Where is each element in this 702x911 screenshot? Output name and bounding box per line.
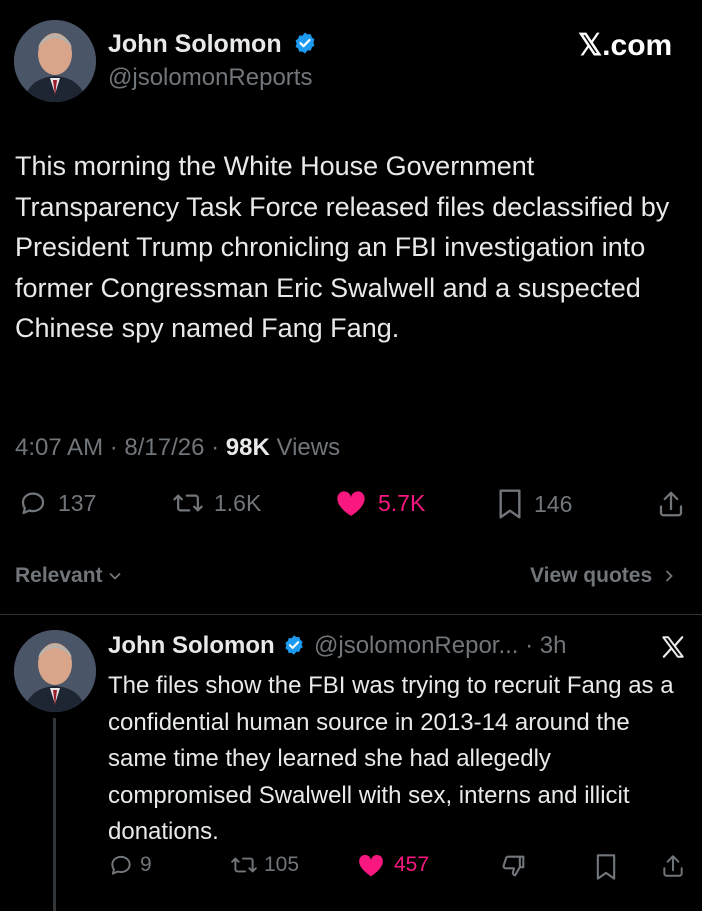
avatar-portrait-image <box>14 630 96 712</box>
views-label: Views <box>269 434 341 461</box>
bookmark-count: 146 <box>534 490 573 517</box>
sort-dropdown[interactable]: Relevant <box>15 564 122 588</box>
reply-reply-count: 9 <box>140 853 152 876</box>
reply-icon <box>21 492 45 515</box>
verified-badge-icon <box>295 32 314 54</box>
x-logo-icon <box>662 636 684 658</box>
thread-connector-line <box>53 718 56 911</box>
bookmark-icon <box>596 854 616 880</box>
reply-dislike-button[interactable] <box>500 852 528 880</box>
reply-text: The files show the FBI was trying to rec… <box>108 672 674 845</box>
reply-repost-count: 105 <box>264 853 300 876</box>
verified-badge-icon <box>285 635 303 655</box>
repost-icon <box>231 857 257 873</box>
x-com-brand: 𝕏.com <box>578 29 673 62</box>
views-count: 98K <box>225 434 270 461</box>
reply-button[interactable]: 137 <box>18 488 96 518</box>
reply-bookmark-button[interactable] <box>594 853 618 881</box>
repost-count: 1.6K <box>214 489 262 516</box>
like-button[interactable]: 5.7K <box>334 488 425 518</box>
reply-share-button[interactable] <box>660 852 686 880</box>
heart-icon <box>337 491 365 516</box>
post-meta: 4:07 AM · 8/17/26 · 98K Views <box>15 434 340 462</box>
reply-reply-button[interactable]: 9 <box>108 852 152 878</box>
author-name[interactable]: John Solomon <box>108 30 317 59</box>
bookmark-icon <box>499 489 521 519</box>
like-count: 5.7K <box>378 489 426 516</box>
repost-icon <box>173 494 203 512</box>
post-timestamp[interactable]: 4:07 AM · 8/17/26 · <box>15 434 226 461</box>
chevron-down-icon <box>109 573 122 581</box>
share-icon <box>659 491 683 517</box>
reply-icon <box>111 855 131 875</box>
share-icon <box>663 855 683 877</box>
post-text: This morning the White House Government … <box>15 151 670 343</box>
author-handle[interactable]: @jsolomonReports <box>108 64 312 92</box>
author-avatar[interactable] <box>14 20 96 102</box>
bookmark-button[interactable]: 146 <box>496 488 572 520</box>
author-name-text: John Solomon <box>108 30 282 58</box>
avatar-portrait-image <box>14 20 96 102</box>
repost-button[interactable]: 1.6K <box>172 488 261 518</box>
section-divider <box>0 614 702 615</box>
view-quotes-label: View quotes <box>530 564 653 587</box>
view-quotes-link[interactable]: View quotes <box>530 564 676 588</box>
reply-author-avatar[interactable] <box>14 630 96 712</box>
reply-author-name[interactable]: John Solomon <box>108 632 275 659</box>
sort-label: Relevant <box>15 564 103 587</box>
share-button[interactable] <box>656 488 686 520</box>
reply-like-count: 457 <box>394 853 430 876</box>
reply-like-button[interactable]: 457 <box>356 852 429 878</box>
chevron-right-icon <box>665 570 673 583</box>
reply-handle-time[interactable]: @jsolomonRepor... · 3h <box>314 632 566 659</box>
heart-icon <box>359 854 383 877</box>
reply-repost-button[interactable]: 105 <box>230 852 299 878</box>
dislike-icon <box>502 855 525 877</box>
reply-header: John Solomon @jsolomonRepor... · 3h <box>108 632 566 660</box>
reply-count: 137 <box>58 489 97 516</box>
